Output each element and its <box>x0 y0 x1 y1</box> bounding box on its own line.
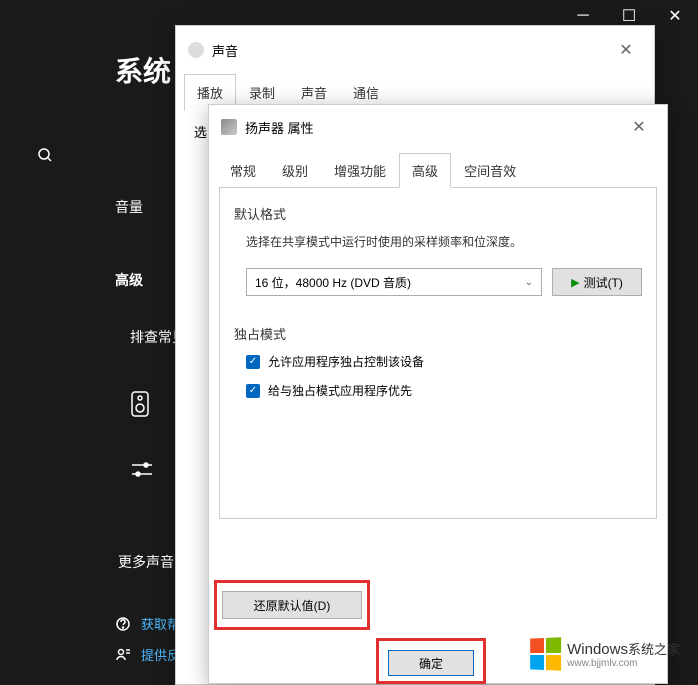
default-format-title: 默认格式 <box>234 204 642 223</box>
tab-levels[interactable]: 级别 <box>269 153 321 188</box>
sound-dialog-title: 声音 <box>212 41 602 60</box>
tab-spatial[interactable]: 空间音效 <box>451 153 529 188</box>
default-format-desc: 选择在共享模式中运行时使用的采样频率和位深度。 <box>246 233 642 250</box>
checkbox-checked-icon: ✓ <box>246 355 260 369</box>
checkbox-checked-icon: ✓ <box>246 384 260 398</box>
ok-button[interactable]: 确定 <box>388 650 474 676</box>
tab-enhance[interactable]: 增强功能 <box>321 153 399 188</box>
default-format-group: 默认格式 选择在共享模式中运行时使用的采样频率和位深度。 16 位，48000 … <box>234 204 642 296</box>
speaker-dialog-close[interactable]: ✕ <box>623 113 655 141</box>
tab-general[interactable]: 常规 <box>217 153 269 188</box>
advanced-tab-content: 默认格式 选择在共享模式中运行时使用的采样频率和位深度。 16 位，48000 … <box>219 187 657 519</box>
format-select-value: 16 位，48000 Hz (DVD 音质) <box>255 274 411 291</box>
test-button[interactable]: ▶ 测试(T) <box>552 268 642 296</box>
help-icon <box>115 616 131 632</box>
watermark: Windows系统之家 www.bjjmlv.com <box>529 638 680 670</box>
watermark-brand: Windows系统之家 <box>567 639 680 658</box>
exclusive-mode-group: 独占模式 ✓ 允许应用程序独占控制该设备 ✓ 给与独占模式应用程序优先 <box>234 324 642 399</box>
close-button[interactable]: ✕ <box>652 0 698 32</box>
sidebar-item-volume[interactable]: 音量 <box>115 185 143 229</box>
format-select[interactable]: 16 位，48000 Hz (DVD 音质) ⌄ <box>246 268 542 296</box>
exclusive-checkbox-1[interactable]: ✓ 允许应用程序独占控制该设备 <box>246 353 642 370</box>
exclusive-opt1-label: 允许应用程序独占控制该设备 <box>268 353 424 370</box>
watermark-url: www.bjjmlv.com <box>567 658 680 669</box>
sound-dialog-icon <box>188 42 204 58</box>
speaker-dialog-icon <box>221 119 237 135</box>
exclusive-mode-title: 独占模式 <box>234 324 642 343</box>
sound-dialog-titlebar: 声音 ✕ <box>176 26 654 74</box>
sidebar-item-more[interactable]: 更多声音 <box>118 540 174 584</box>
play-icon: ▶ <box>571 276 579 289</box>
restore-defaults-button[interactable]: 还原默认值(D) <box>222 591 362 619</box>
speaker-dialog-titlebar: 扬声器 属性 ✕ <box>209 105 667 149</box>
section-advanced: 高级 <box>115 270 143 290</box>
search-icon[interactable] <box>30 140 60 170</box>
sound-dialog-close[interactable]: ✕ <box>610 36 642 64</box>
mixer-icon[interactable] <box>130 460 160 480</box>
device-icon[interactable] <box>130 390 160 410</box>
speaker-dialog-title: 扬声器 属性 <box>245 118 615 137</box>
page-title: 系统 <box>115 50 171 90</box>
exclusive-opt2-label: 给与独占模式应用程序优先 <box>268 382 412 399</box>
feedback-icon <box>115 647 131 663</box>
windows-logo-icon <box>530 637 561 670</box>
speaker-tabs: 常规 级别 增强功能 高级 空间音效 <box>209 153 667 188</box>
test-button-label: 测试(T) <box>584 274 623 291</box>
tab-advanced[interactable]: 高级 <box>399 153 451 188</box>
chevron-down-icon: ⌄ <box>525 277 533 288</box>
exclusive-checkbox-2[interactable]: ✓ 给与独占模式应用程序优先 <box>246 382 642 399</box>
sidebar: 音量 <box>115 185 143 229</box>
